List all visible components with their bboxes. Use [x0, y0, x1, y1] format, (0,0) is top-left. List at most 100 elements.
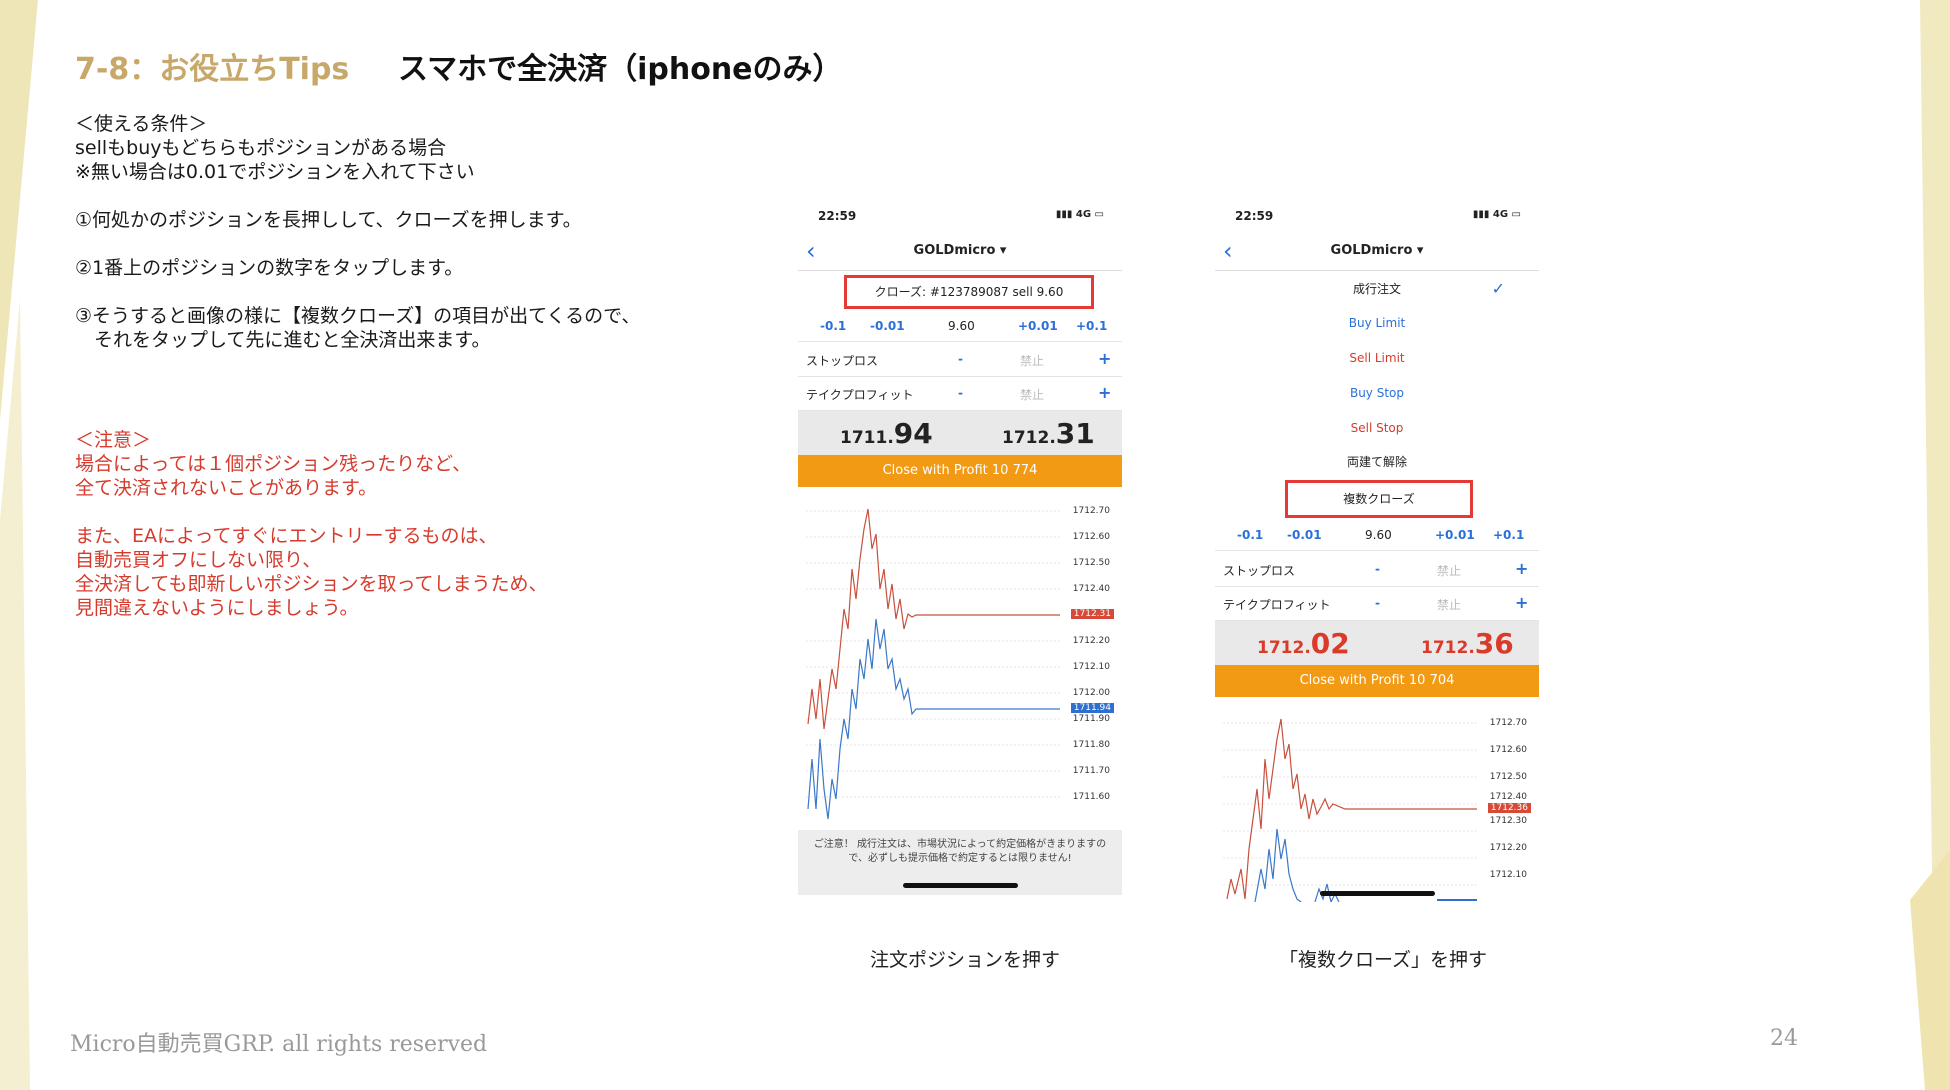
bid-price: 1712.02 — [1257, 627, 1350, 660]
close-with-profit-button[interactable]: Close with Profit 10 774 — [798, 455, 1122, 487]
take-profit-plus-button[interactable]: + — [1098, 383, 1111, 402]
order-type-sell-stop[interactable]: Sell Stop — [1215, 411, 1539, 445]
section-title: 7-8：お役立ちTips — [75, 52, 350, 87]
text-line — [75, 184, 715, 208]
y-tick: 1712.00 — [1072, 688, 1110, 698]
symbol-selector[interactable]: GOLDmicro ▾ — [1215, 243, 1539, 258]
stop-loss-row: ストップロス - 禁止 + — [798, 343, 1122, 377]
y-tick: 1712.20 — [1072, 636, 1110, 646]
note-line: 全て決済されないことがあります。 — [75, 477, 378, 499]
slide-title: スマホで全決済（iphoneのみ） — [398, 52, 843, 87]
text-line — [75, 232, 715, 256]
text-line — [75, 280, 715, 304]
order-type-buy-limit[interactable]: Buy Limit — [1215, 306, 1539, 340]
y-tick: 1712.60 — [1489, 745, 1527, 755]
phone-screenshot-close-position: 22:59 ▮▮▮ 4G ▭ ‹ GOLDmicro ▾ クローズ: #1237… — [798, 197, 1122, 895]
take-profit-row: テイクプロフィット - 禁止 + — [798, 377, 1122, 411]
checkmark-icon: ✓ — [1491, 279, 1505, 298]
text-line: ②1番上のポジションの数字をタップします。 — [75, 257, 464, 279]
symbol-selector[interactable]: GOLDmicro ▾ — [798, 243, 1122, 258]
step-minus-001[interactable]: -0.01 — [870, 319, 905, 333]
take-profit-label: テイクプロフィット — [806, 388, 914, 402]
take-profit-row: テイクプロフィット - 禁止 + — [1215, 587, 1539, 621]
step-minus-001[interactable]: -0.01 — [1287, 528, 1322, 542]
stop-loss-plus-button[interactable]: + — [1515, 559, 1528, 578]
close-position-line[interactable]: クローズ: #123789087 sell 9.60 — [844, 275, 1094, 309]
y-tick: 1712.50 — [1072, 558, 1110, 568]
note-line: ＜注意＞ — [75, 429, 152, 451]
y-tick: 1712.40 — [1072, 584, 1110, 594]
ask-price-tag: 1712.36 — [1487, 803, 1531, 813]
step-plus-001[interactable]: +0.01 — [1435, 528, 1475, 542]
price-chart: 1712.70 1712.60 1712.50 1712.40 1712.36 … — [1215, 699, 1539, 902]
volume-stepper: -0.1 -0.01 9.60 +0.01 +0.1 — [798, 310, 1122, 342]
step-minus-01[interactable]: -0.1 — [820, 319, 846, 333]
notes-text: ＜注意＞ 場合によっては１個ポジション残ったりなど、 全て決済されないことがあり… — [75, 428, 715, 620]
step-plus-01[interactable]: +0.1 — [1493, 528, 1524, 542]
y-tick: 1712.70 — [1489, 718, 1527, 728]
home-indicator[interactable] — [1320, 891, 1435, 896]
y-tick: 1711.60 — [1072, 792, 1110, 802]
order-type-market[interactable]: 成行注文 ✓ — [1215, 272, 1539, 306]
volume-stepper: -0.1 -0.01 9.60 +0.01 +0.1 — [1215, 519, 1539, 551]
order-type-buy-stop[interactable]: Buy Stop — [1215, 376, 1539, 410]
take-profit-value[interactable]: 禁止 — [1020, 386, 1044, 403]
text-line: ※無い場合は0.01でポジションを入れて下さい — [75, 161, 475, 183]
caption-left: 注文ポジションを押す — [869, 949, 1060, 971]
y-tick: 1711.70 — [1072, 766, 1110, 776]
take-profit-value[interactable]: 禁止 — [1437, 596, 1461, 613]
y-tick: 1712.20 — [1489, 843, 1527, 853]
bid-price: 1711.94 — [840, 417, 933, 450]
y-tick: 1712.50 — [1489, 772, 1527, 782]
footer-copyright: Micro自動売買GRP. all rights reserved — [70, 1032, 488, 1057]
status-bar: 22:59 ▮▮▮ 4G ▭ — [798, 197, 1122, 231]
order-type-close-by[interactable]: 両建て解除 — [1215, 445, 1539, 479]
order-type-sell-limit[interactable]: Sell Limit — [1215, 341, 1539, 375]
step-minus-01[interactable]: -0.1 — [1237, 528, 1263, 542]
take-profit-plus-button[interactable]: + — [1515, 593, 1528, 612]
price-panel: 1712.02 1712.36 — [1215, 621, 1539, 665]
note-line — [75, 500, 715, 524]
take-profit-minus-button[interactable]: - — [1375, 596, 1380, 610]
home-indicator[interactable] — [903, 883, 1018, 888]
stop-loss-plus-button[interactable]: + — [1098, 349, 1111, 368]
take-profit-label: テイクプロフィット — [1223, 598, 1331, 612]
y-tick: 1712.30 — [1489, 816, 1527, 826]
stop-loss-label: ストップロス — [806, 354, 879, 368]
page-number: 24 — [1770, 1026, 1798, 1051]
volume-value[interactable]: 9.60 — [948, 319, 975, 333]
take-profit-minus-button[interactable]: - — [958, 386, 963, 400]
status-time: 22:59 — [1235, 209, 1274, 223]
stop-loss-row: ストップロス - 禁止 + — [1215, 553, 1539, 587]
stop-loss-value[interactable]: 禁止 — [1437, 562, 1461, 579]
close-with-profit-button[interactable]: Close with Profit 10 704 — [1215, 665, 1539, 697]
stop-loss-value[interactable]: 禁止 — [1020, 352, 1044, 369]
y-tick: 1712.60 — [1072, 532, 1110, 542]
stop-loss-minus-button[interactable]: - — [1375, 562, 1380, 576]
status-time: 22:59 — [818, 209, 857, 223]
note-line: 自動売買オフにしない限り、 — [75, 549, 322, 571]
y-tick: 1712.10 — [1072, 662, 1110, 672]
text-line: ③そうすると画像の様に【複数クローズ】の項目が出てくるので、 — [75, 305, 641, 327]
note-line: 見間違えないようにしましょう。 — [75, 597, 359, 619]
stop-loss-minus-button[interactable]: - — [958, 352, 963, 366]
instructions-text: ＜使える条件＞ sellもbuyもどちらもポジションがある場合 ※無い場合は0.… — [75, 112, 715, 352]
nav-bar: ‹ GOLDmicro ▾ — [1215, 231, 1539, 271]
multiple-close-option[interactable]: 複数クローズ — [1285, 480, 1473, 518]
signal-battery-icon: ▮▮▮ 4G ▭ — [1472, 209, 1521, 220]
step-plus-01[interactable]: +0.1 — [1076, 319, 1107, 333]
stop-loss-label: ストップロス — [1223, 564, 1296, 578]
note-line: 場合によっては１個ポジション残ったりなど、 — [75, 453, 472, 475]
volume-value[interactable]: 9.60 — [1365, 528, 1392, 542]
text-line: ①何処かのポジションを長押しして、クローズを押します。 — [75, 209, 582, 231]
caption-right: 「複数クローズ」を押す — [1278, 949, 1488, 971]
note-line: 全決済しても即新しいポジションを取ってしまうため、 — [75, 573, 548, 595]
y-tick: 1711.80 — [1072, 740, 1110, 750]
ask-price: 1712.31 — [1002, 417, 1095, 450]
price-chart: 1712.70 1712.60 1712.50 1712.40 1712.31 … — [798, 489, 1122, 829]
signal-battery-icon: ▮▮▮ 4G ▭ — [1055, 209, 1104, 220]
step-plus-001[interactable]: +0.01 — [1018, 319, 1058, 333]
y-tick: 1712.10 — [1489, 870, 1527, 880]
text-line: ＜使える条件＞ — [75, 113, 208, 135]
status-bar: 22:59 ▮▮▮ 4G ▭ — [1215, 197, 1539, 231]
